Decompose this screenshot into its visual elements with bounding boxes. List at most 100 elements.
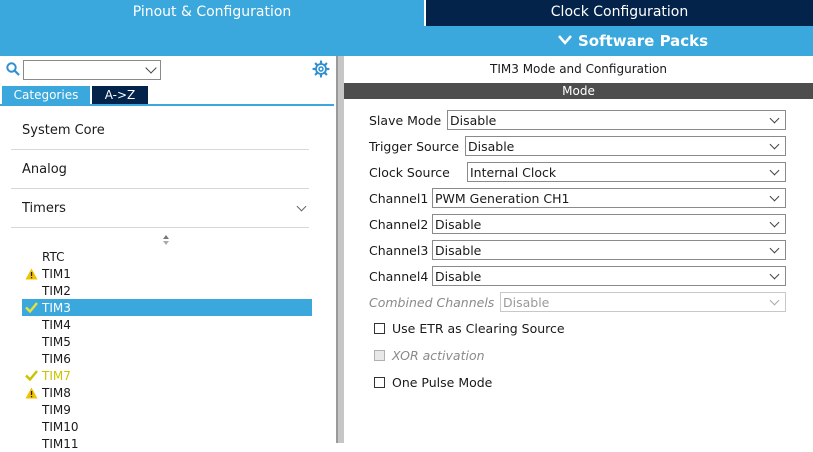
trigger-source-field: Trigger Source bbox=[369, 136, 459, 156]
mode-section-header[interactable]: Mode bbox=[344, 83, 813, 99]
search-icon[interactable] bbox=[6, 62, 20, 76]
categories-panel: Categories A->Z System Core Analog Timer… bbox=[0, 56, 364, 451]
panel-title: TIM3 Mode and Configuration bbox=[490, 62, 667, 76]
field-label: Clock Source bbox=[369, 164, 450, 180]
timer-label: RTC bbox=[42, 249, 65, 264]
software-packs-menu[interactable]: Software Packs bbox=[558, 32, 708, 50]
top-tab-bar: Pinout & Configuration Clock Configurati… bbox=[0, 0, 813, 26]
timer-label: TIM7 bbox=[42, 368, 71, 383]
checkbox-label: One Pulse Mode bbox=[392, 374, 493, 390]
field-label: Channel3 bbox=[369, 242, 429, 258]
timer-item-tim1[interactable]: TIM1 bbox=[22, 265, 312, 282]
tab-categories[interactable]: Categories bbox=[2, 86, 90, 104]
channel1-field: Channel1 bbox=[369, 188, 428, 208]
combined-channels-field: Combined Channels bbox=[369, 292, 494, 312]
clock-source-select[interactable]: Internal Clock bbox=[467, 162, 786, 182]
warning-icon bbox=[22, 386, 40, 400]
mode-configuration-panel: TIM3 Mode and Configuration Mode Slave M… bbox=[344, 56, 813, 443]
field-label: Trigger Source bbox=[369, 138, 460, 154]
select-value: Disable bbox=[435, 216, 482, 232]
select-value: Disable bbox=[435, 242, 482, 258]
timer-label: TIM2 bbox=[42, 283, 71, 298]
channel3-field: Channel3 bbox=[369, 240, 428, 260]
gear-icon[interactable] bbox=[312, 60, 330, 78]
chevron-down-icon bbox=[558, 33, 572, 49]
timer-item-tim3[interactable]: TIM3 bbox=[22, 299, 312, 316]
select-value: Disable bbox=[503, 294, 550, 310]
chevron-down-icon bbox=[769, 243, 780, 254]
combined-channels-select: Disable bbox=[500, 292, 786, 312]
channel3-select[interactable]: Disable bbox=[432, 240, 786, 260]
tab-underline bbox=[0, 104, 334, 106]
use-etr-checkbox[interactable]: Use ETR as Clearing Source bbox=[374, 320, 565, 336]
select-value: Disable bbox=[468, 138, 515, 154]
select-value: Disable bbox=[450, 112, 497, 128]
timer-item-tim7[interactable]: TIM7 bbox=[22, 367, 312, 384]
timer-item-rtc[interactable]: RTC bbox=[22, 248, 312, 265]
checkbox-box[interactable] bbox=[374, 322, 385, 334]
chevron-down-icon bbox=[296, 201, 307, 212]
chevron-down-icon bbox=[769, 139, 780, 150]
panel-splitter[interactable] bbox=[336, 56, 344, 443]
trigger-source-select[interactable]: Disable bbox=[465, 136, 786, 156]
timer-item-tim6[interactable]: TIM6 bbox=[22, 350, 312, 367]
software-packs-label: Software Packs bbox=[578, 32, 709, 50]
checkbox-box[interactable] bbox=[374, 376, 385, 388]
select-value: Internal Clock bbox=[470, 164, 557, 180]
clock-source-field: Clock Source bbox=[369, 162, 450, 182]
timer-label: TIM3 bbox=[42, 300, 71, 315]
timer-label: TIM6 bbox=[42, 351, 71, 366]
field-label: Channel1 bbox=[369, 190, 429, 206]
field-label: Channel4 bbox=[369, 268, 429, 284]
timer-item-tim8[interactable]: TIM8 bbox=[22, 384, 312, 401]
timer-label: TIM11 bbox=[42, 436, 79, 451]
timer-label: TIM8 bbox=[42, 385, 71, 400]
channel4-field: Channel4 bbox=[369, 266, 428, 286]
timer-label: TIM4 bbox=[42, 317, 71, 332]
checkbox-label: Use ETR as Clearing Source bbox=[392, 320, 565, 336]
timer-item-tim9[interactable]: TIM9 bbox=[22, 401, 312, 418]
field-label: Combined Channels bbox=[369, 294, 495, 310]
category-system-core[interactable]: System Core bbox=[11, 112, 364, 177]
timer-label: TIM10 bbox=[42, 419, 79, 434]
category-analog[interactable]: Analog bbox=[11, 151, 364, 216]
slave-mode-select[interactable]: Disable bbox=[447, 110, 786, 130]
chevron-down-icon bbox=[769, 191, 780, 202]
select-value: Disable bbox=[435, 268, 482, 284]
field-label: Slave Mode bbox=[369, 112, 442, 128]
slave-mode-field: Slave Mode bbox=[369, 110, 441, 130]
chevron-down-icon bbox=[769, 217, 780, 228]
one-pulse-mode-checkbox[interactable]: One Pulse Mode bbox=[374, 374, 492, 390]
category-label: Timers bbox=[22, 201, 66, 216]
select-value: PWM Generation CH1 bbox=[435, 190, 570, 206]
category-timers[interactable]: Timers bbox=[11, 190, 309, 228]
timer-item-tim5[interactable]: TIM5 bbox=[22, 333, 312, 350]
channel4-select[interactable]: Disable bbox=[432, 266, 786, 286]
category-label: System Core bbox=[22, 123, 105, 138]
timer-item-tim10[interactable]: TIM10 bbox=[22, 418, 312, 435]
timer-label: TIM1 bbox=[42, 266, 71, 281]
check-icon bbox=[22, 301, 40, 315]
tab-clock-configuration[interactable]: Clock Configuration bbox=[426, 0, 813, 26]
channel1-select[interactable]: PWM Generation CH1 bbox=[432, 188, 786, 208]
sort-icon[interactable] bbox=[162, 234, 170, 246]
category-label: Analog bbox=[22, 162, 67, 177]
timer-label: TIM5 bbox=[42, 334, 71, 349]
chevron-down-icon bbox=[769, 113, 780, 124]
field-label: Channel2 bbox=[369, 216, 429, 232]
checkbox-box bbox=[374, 349, 385, 361]
timer-item-tim11[interactable]: TIM11 bbox=[22, 435, 312, 452]
channel2-select[interactable]: Disable bbox=[432, 214, 786, 234]
checkbox-label: XOR activation bbox=[392, 347, 485, 363]
xor-activation-checkbox: XOR activation bbox=[374, 347, 485, 363]
tab-a-to-z[interactable]: A->Z bbox=[92, 86, 148, 104]
chevron-down-icon bbox=[769, 295, 780, 306]
timer-item-tim2[interactable]: TIM2 bbox=[22, 282, 312, 299]
chevron-down-icon bbox=[769, 165, 780, 176]
tab-pinout-configuration[interactable]: Pinout & Configuration bbox=[0, 0, 424, 26]
channel2-field: Channel2 bbox=[369, 214, 428, 234]
timer-label: TIM9 bbox=[42, 402, 71, 417]
warning-icon bbox=[22, 267, 40, 281]
timer-item-tim4[interactable]: TIM4 bbox=[22, 316, 312, 333]
search-input[interactable] bbox=[23, 60, 161, 80]
